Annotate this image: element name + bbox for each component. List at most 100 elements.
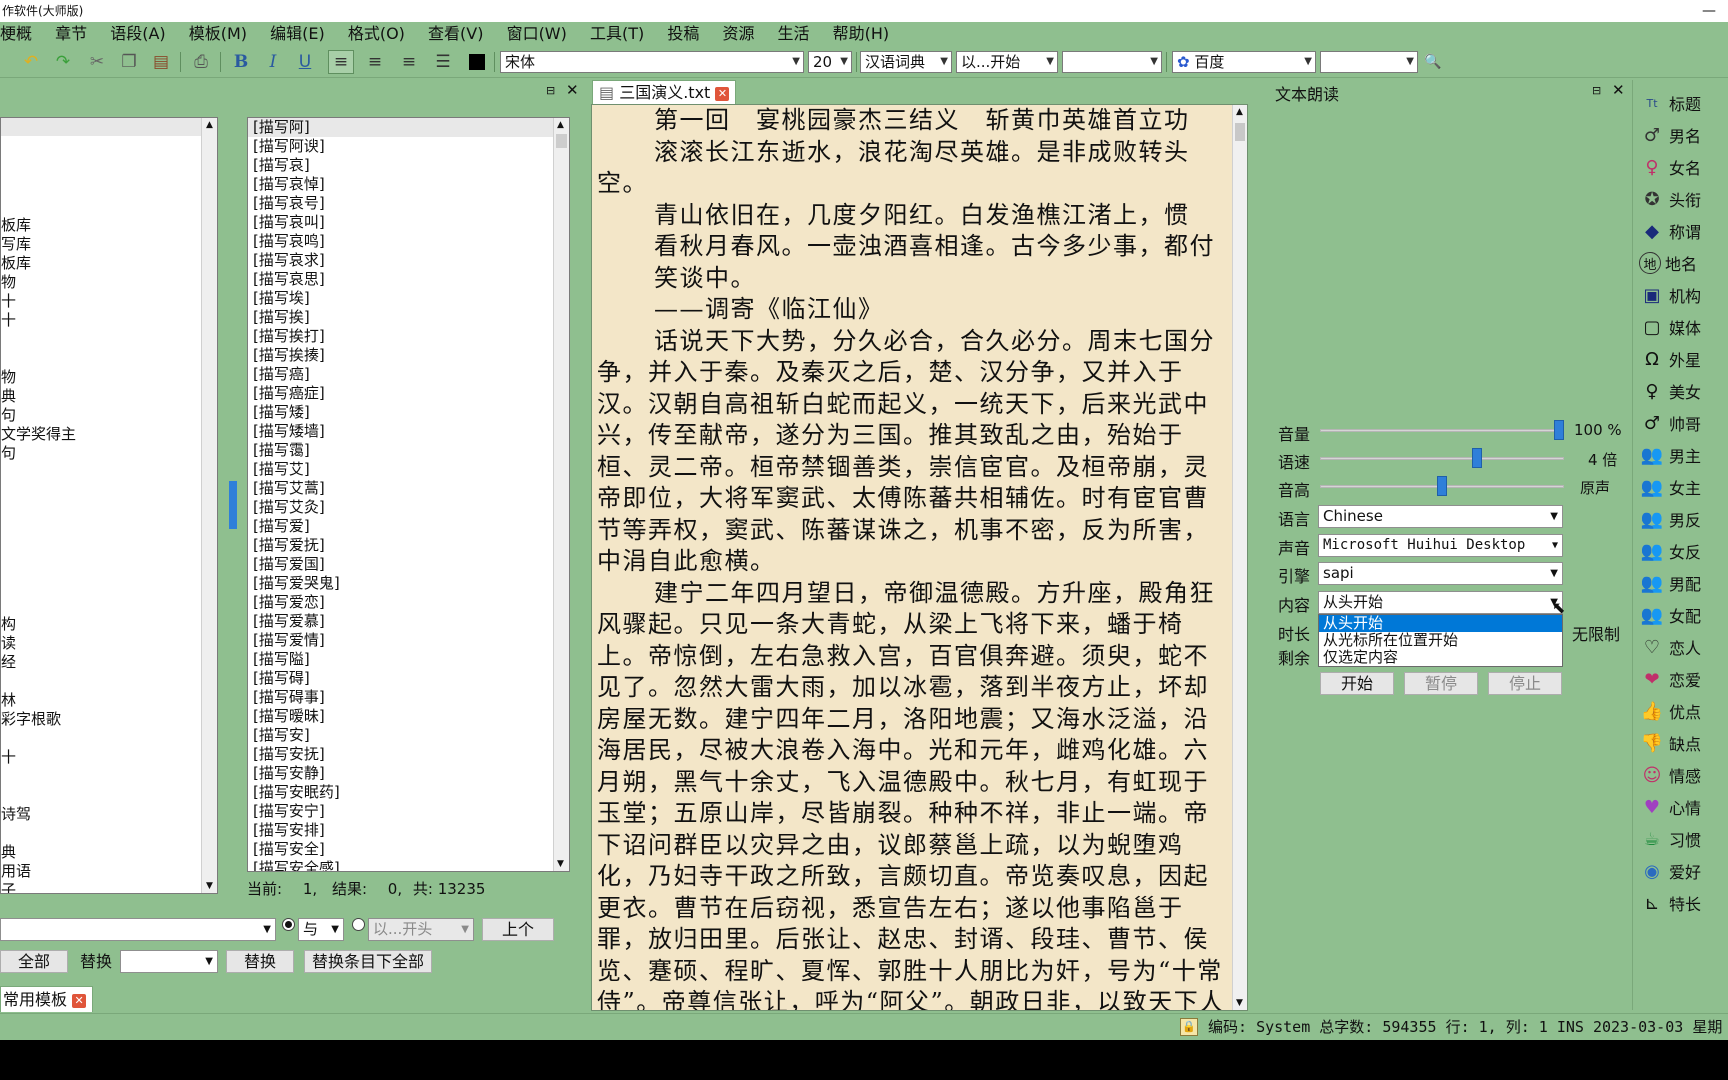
- tag-media[interactable]: ▢ 媒体: [1639, 312, 1701, 342]
- search-input[interactable]: ▼: [0, 918, 276, 941]
- menu-outline[interactable]: 梗概: [0, 22, 32, 46]
- color-icon[interactable]: [464, 50, 490, 74]
- outline-item[interactable]: 读: [1, 632, 16, 653]
- list-item[interactable]: [描写安眠药]: [248, 783, 569, 802]
- menu-window[interactable]: 窗口(W): [507, 22, 567, 46]
- tag-specialty[interactable]: ⊾ 特长: [1639, 888, 1701, 918]
- list-item[interactable]: [描写癌]: [248, 365, 569, 384]
- menu-tools[interactable]: 工具(T): [590, 22, 644, 46]
- outline-tree[interactable]: 板库 写库 板库 物 十 十 物 典 句 文学奖得主 句 构 读 经 林 彩字根…: [0, 117, 218, 894]
- search-icon[interactable]: 🔍: [1420, 50, 1446, 74]
- scroll-thumb[interactable]: [1235, 123, 1245, 141]
- paragraph[interactable]: 话说天下大势，分久必合，合久必分。周末七国分争，并入于秦。及秦灭之后，楚、汉分争…: [592, 326, 1232, 578]
- outline-item[interactable]: 板库: [1, 252, 31, 273]
- outline-item[interactable]: 写库: [1, 233, 31, 254]
- match-radio[interactable]: [352, 918, 365, 931]
- list-item[interactable]: [描写哀叫]: [248, 213, 569, 232]
- outline-item[interactable]: 十: [1, 309, 16, 330]
- copy-icon[interactable]: ❐: [116, 50, 142, 74]
- tag-female-name[interactable]: ♀ 女名: [1639, 152, 1701, 182]
- match-select[interactable]: 以...开头 ▼: [368, 918, 474, 941]
- pitch-thumb[interactable]: [1437, 476, 1447, 496]
- list-item[interactable]: [描写碍事]: [248, 688, 569, 707]
- outline-item[interactable]: 十: [1, 290, 16, 311]
- menu-life[interactable]: 生活: [778, 22, 810, 46]
- scroll-up-icon[interactable]: ▲: [1236, 107, 1243, 117]
- list-item[interactable]: [描写哀]: [248, 156, 569, 175]
- content-select[interactable]: 从头开始 ▼: [1318, 591, 1563, 614]
- volume-slider[interactable]: [1320, 429, 1564, 432]
- outline-item[interactable]: 句: [1, 404, 16, 425]
- scroll-up-icon[interactable]: ▲: [206, 120, 213, 130]
- menu-help[interactable]: 帮助(H): [833, 22, 890, 46]
- language-select[interactable]: Chinese ▼: [1318, 505, 1563, 528]
- tag-lover[interactable]: ♡ 恋人: [1639, 632, 1701, 662]
- close-icon[interactable]: ✕: [566, 81, 579, 99]
- underline-icon[interactable]: U: [292, 50, 318, 74]
- outline-item[interactable]: 诗驾: [1, 803, 31, 824]
- content-dropdown[interactable]: 从头开始 从光标所在位置开始 仅选定内容: [1318, 614, 1563, 667]
- close-icon[interactable]: ✕: [715, 86, 730, 101]
- speed-thumb[interactable]: [1472, 448, 1483, 468]
- tag-female-support[interactable]: 👥 女配: [1639, 600, 1701, 630]
- list-item[interactable]: [描写隘]: [248, 650, 569, 669]
- tag-mood[interactable]: ♥ 心情: [1639, 792, 1701, 822]
- outline-item[interactable]: 物: [1, 271, 16, 292]
- tag-romance[interactable]: ❤ 恋爱: [1639, 664, 1701, 694]
- cut-icon[interactable]: ✂: [84, 50, 110, 74]
- volume-thumb[interactable]: [1554, 420, 1564, 440]
- menu-view[interactable]: 查看(V): [428, 22, 483, 46]
- list-item[interactable]: [描写挨]: [248, 308, 569, 327]
- list-item[interactable]: [描写挨揍]: [248, 346, 569, 365]
- splitter-handle[interactable]: [229, 481, 237, 529]
- tag-title[interactable]: Tt 标题: [1639, 88, 1701, 118]
- paragraph[interactable]: 看秋月春风。一壶浊酒喜相逢。古今多少事，都付: [592, 231, 1232, 263]
- paragraph[interactable]: 青山依旧在，几度夕阳红。白发渔樵江渚上，惯: [592, 200, 1232, 232]
- relation-select[interactable]: 与 ▼: [298, 918, 344, 941]
- pin-icon[interactable]: ⊟: [546, 84, 555, 97]
- list-item[interactable]: [描写挨打]: [248, 327, 569, 346]
- replace-button[interactable]: 替换: [226, 950, 294, 973]
- list-item[interactable]: [描写安抚]: [248, 745, 569, 764]
- tab-common-templates[interactable]: 常用模板 ✕: [0, 986, 94, 1012]
- list-item[interactable]: [描写爱哭鬼]: [248, 574, 569, 593]
- paragraph[interactable]: 笑谈中。: [592, 263, 1232, 295]
- replace-all-button[interactable]: 替换条目下全部: [304, 950, 432, 973]
- tag-male-villain[interactable]: 👥 男反: [1639, 504, 1701, 534]
- list-item[interactable]: [描写爱恋]: [248, 593, 569, 612]
- print-icon[interactable]: ⎙: [188, 50, 214, 74]
- undo-icon[interactable]: ↶: [18, 50, 44, 74]
- tag-male-name[interactable]: ♂ 男名: [1639, 120, 1701, 150]
- prev-button[interactable]: 上个: [482, 918, 554, 941]
- list-item[interactable]: [描写阿谀]: [248, 137, 569, 156]
- outline-item[interactable]: 板库: [1, 214, 31, 235]
- tag-emotion[interactable]: ☺ 情感: [1639, 760, 1701, 790]
- paragraph[interactable]: 第一回 宴桃园豪杰三结义 斩黄巾英雄首立功: [592, 105, 1232, 137]
- tag-rank[interactable]: ✪ 头衔: [1639, 184, 1701, 214]
- align-left-icon[interactable]: ≡: [328, 50, 354, 74]
- web-search-input[interactable]: ▼: [1320, 51, 1418, 73]
- tag-organization[interactable]: ▣ 机构: [1639, 280, 1701, 310]
- close-icon[interactable]: ✕: [72, 993, 87, 1008]
- paragraph[interactable]: 空。: [592, 168, 1232, 200]
- font-size-select[interactable]: 20 ▼: [808, 51, 852, 73]
- list-item[interactable]: [描写艾灸]: [248, 498, 569, 517]
- dropdown-option[interactable]: 从头开始: [1319, 615, 1562, 632]
- tag-handsome[interactable]: ♂ 帅哥: [1639, 408, 1701, 438]
- close-icon[interactable]: ✕: [1612, 81, 1625, 99]
- align-center-icon[interactable]: ≡: [362, 50, 388, 74]
- list-item[interactable]: [描写碍]: [248, 669, 569, 688]
- list-item[interactable]: [描写爱情]: [248, 631, 569, 650]
- list-item[interactable]: [描写爱国]: [248, 555, 569, 574]
- tag-beauty[interactable]: ♀ 美女: [1639, 376, 1701, 406]
- list-item[interactable]: [描写矮]: [248, 403, 569, 422]
- menu-chapter[interactable]: 章节: [55, 22, 87, 46]
- tag-male-lead[interactable]: 👥 男主: [1639, 440, 1701, 470]
- list-item[interactable]: [描写安全]: [248, 840, 569, 859]
- outline-item[interactable]: 典: [1, 841, 16, 862]
- stop-button[interactable]: 停止: [1488, 672, 1562, 695]
- list-item[interactable]: [描写哀鸣]: [248, 232, 569, 251]
- lookup-input[interactable]: ▼: [1062, 51, 1162, 73]
- outline-selected-row[interactable]: [1, 118, 201, 136]
- scroll-down-icon[interactable]: ▼: [557, 859, 564, 869]
